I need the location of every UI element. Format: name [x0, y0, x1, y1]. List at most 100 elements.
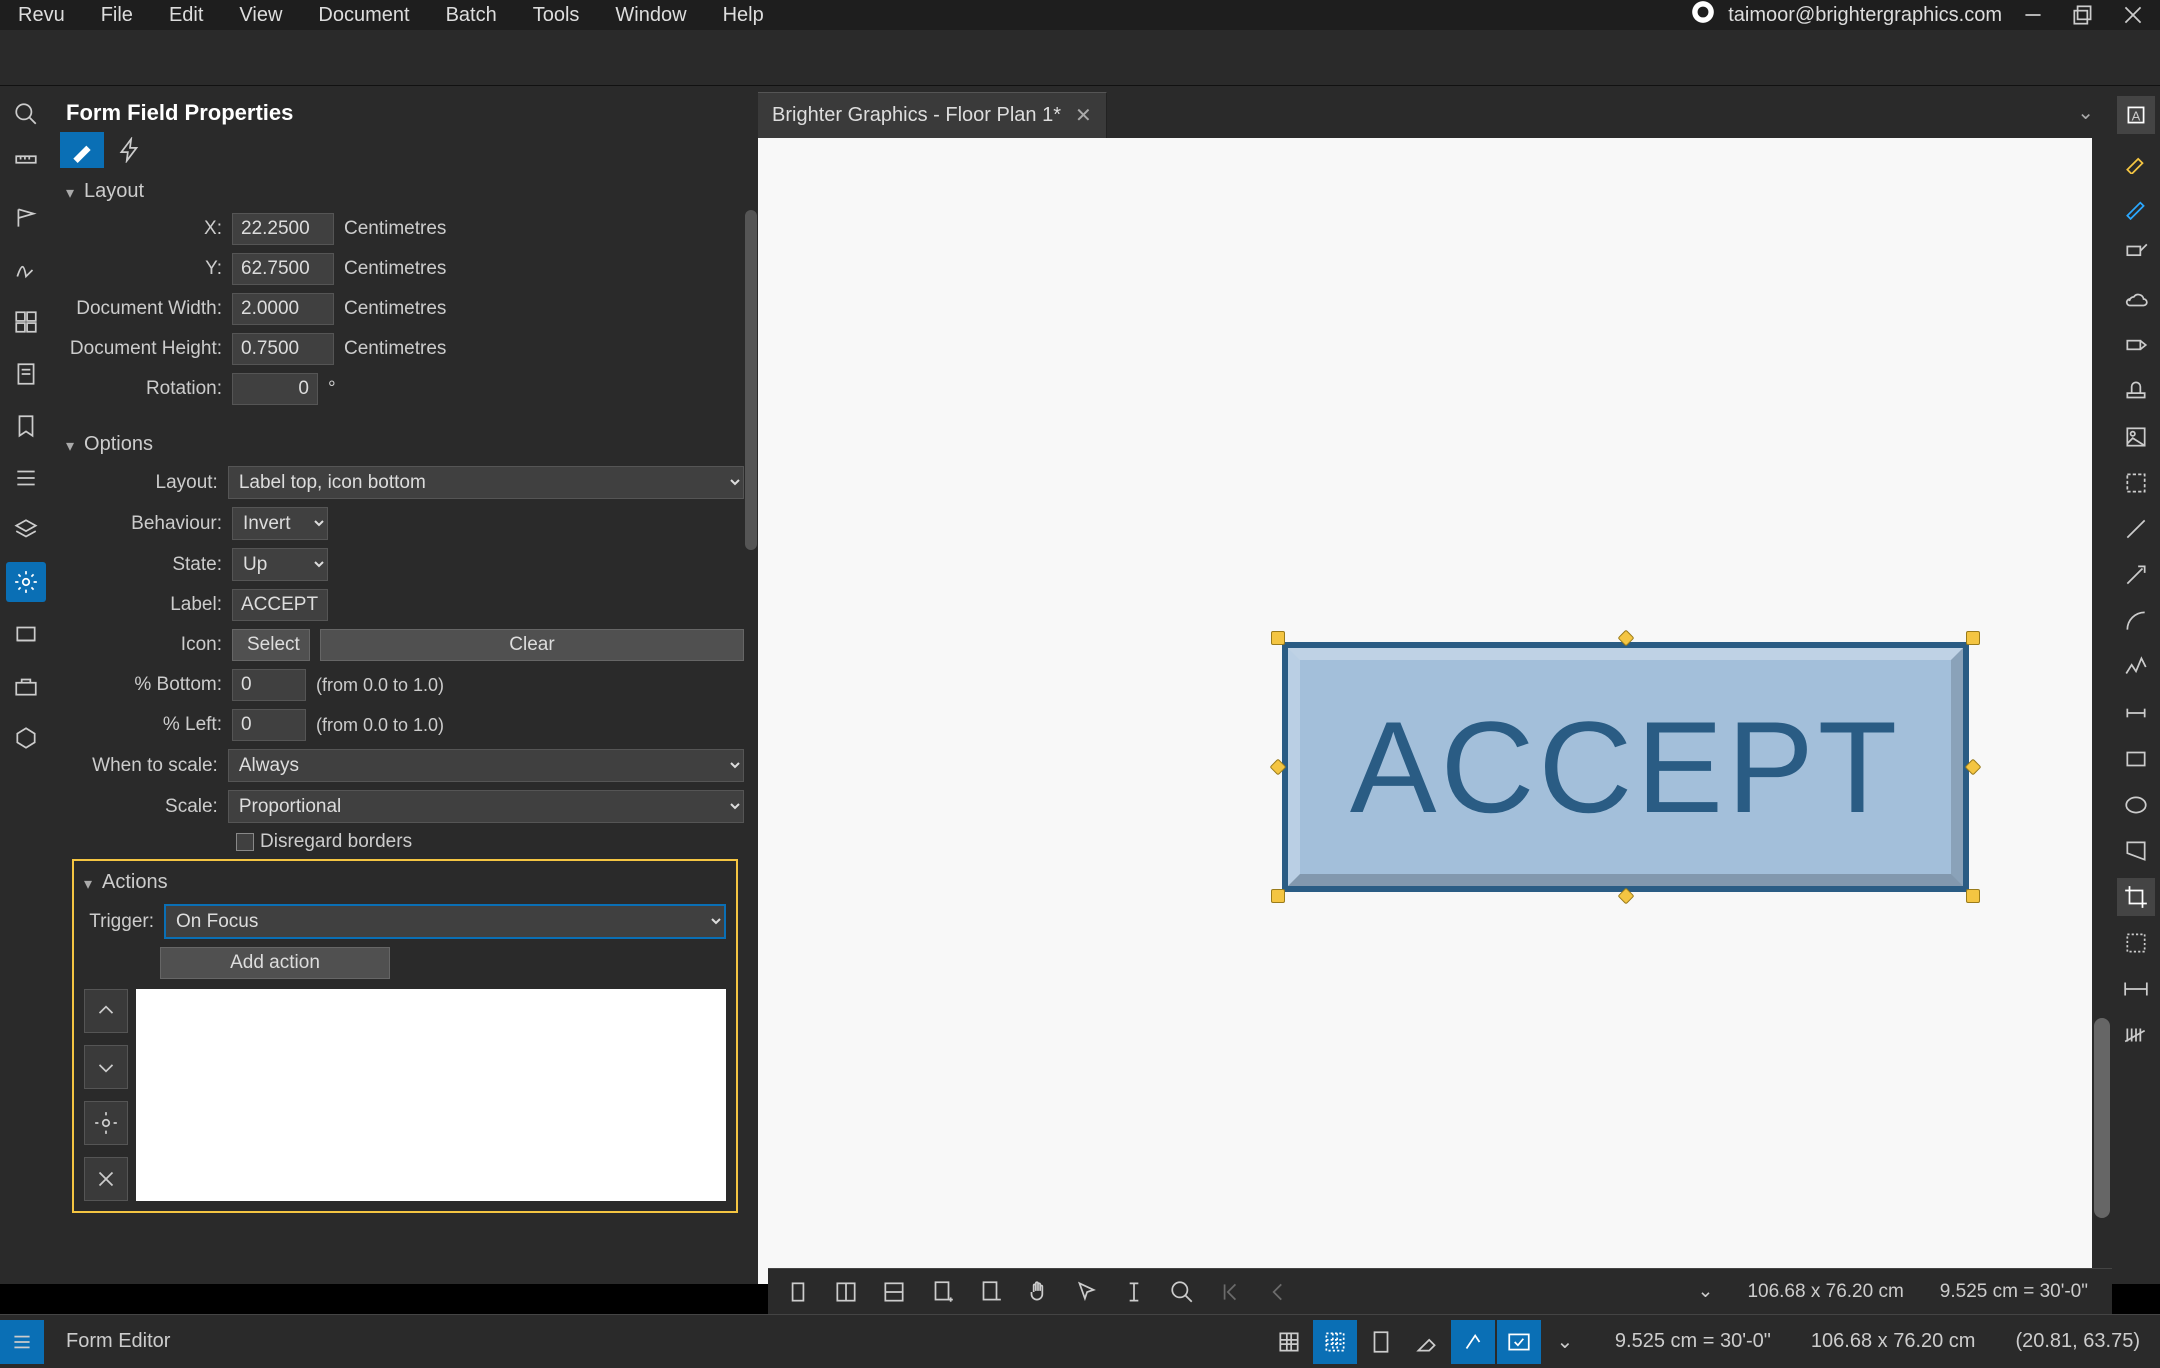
resize-handle-se[interactable]: [1966, 889, 1980, 903]
highlight-tool-icon[interactable]: [2117, 142, 2155, 180]
status-panel-toggle[interactable]: [0, 1320, 44, 1364]
flag-icon[interactable]: [6, 198, 46, 238]
dimension-tool-icon[interactable]: [2117, 694, 2155, 732]
menu-help[interactable]: Help: [705, 0, 782, 30]
input-label[interactable]: [232, 589, 328, 621]
crop-tool-icon[interactable]: [2117, 878, 2155, 916]
fit-width-icon[interactable]: [2117, 970, 2155, 1008]
action-list[interactable]: [136, 989, 726, 1201]
window-restore-button[interactable]: [2064, 0, 2102, 30]
action-move-down-button[interactable]: [84, 1045, 128, 1089]
menu-file[interactable]: File: [83, 0, 151, 30]
menu-tools[interactable]: Tools: [515, 0, 598, 30]
action-move-up-button[interactable]: [84, 989, 128, 1033]
properties-tab-actions[interactable]: [108, 132, 152, 168]
input-pct-left[interactable]: [232, 709, 306, 741]
form-icon[interactable]: [6, 354, 46, 394]
polyline-tool-icon[interactable]: [2117, 648, 2155, 686]
rectangle-tool-icon[interactable]: [2117, 740, 2155, 778]
split-vertical-icon[interactable]: [826, 1272, 866, 1312]
input-doc-width[interactable]: [232, 293, 334, 325]
stamp-tool-icon[interactable]: [2117, 372, 2155, 410]
marquee-tool-icon[interactable]: [2117, 464, 2155, 502]
input-rotation[interactable]: [232, 373, 318, 405]
section-options-header[interactable]: ▾ Options: [66, 427, 744, 466]
cloud-tool-icon[interactable]: [2117, 280, 2155, 318]
action-delete-button[interactable]: [84, 1157, 128, 1201]
select-trigger[interactable]: On Focus: [164, 904, 726, 939]
spaces-icon[interactable]: [6, 718, 46, 758]
menu-edit[interactable]: Edit: [151, 0, 221, 30]
text-tool-icon[interactable]: A: [2117, 96, 2155, 134]
properties-scrollbar[interactable]: [744, 200, 758, 770]
image-tool-icon[interactable]: [2117, 418, 2155, 456]
pen-tool-icon[interactable]: [2117, 188, 2155, 226]
thumbnails-icon[interactable]: [6, 302, 46, 342]
properties-icon[interactable]: [6, 562, 46, 602]
polygon-tool-icon[interactable]: [2117, 832, 2155, 870]
resize-handle-ne[interactable]: [1966, 631, 1980, 645]
button-icon-select[interactable]: Select: [232, 629, 310, 661]
single-page-icon[interactable]: [778, 1272, 818, 1312]
sync-view-icon[interactable]: [1497, 1320, 1541, 1364]
account-email[interactable]: taimoor@brightergraphics.com: [1728, 4, 2002, 27]
select-scale[interactable]: Proportional: [228, 790, 744, 823]
grid-toggle-icon[interactable]: [1267, 1320, 1311, 1364]
document-canvas[interactable]: ACCEPT: [758, 138, 2092, 1284]
page-icon[interactable]: [1359, 1320, 1403, 1364]
count-tool-icon[interactable]: [2117, 1016, 2155, 1054]
button-add-action[interactable]: Add action: [160, 947, 390, 979]
page-add-icon[interactable]: [922, 1272, 962, 1312]
resize-handle-nw[interactable]: [1271, 631, 1285, 645]
tab-overflow-button[interactable]: ⌄: [2059, 100, 2112, 125]
callout-tool-icon[interactable]: [2117, 234, 2155, 272]
checkbox-disregard-borders[interactable]: Disregard borders: [236, 831, 744, 853]
menu-view[interactable]: View: [221, 0, 300, 30]
window-close-button[interactable]: [2114, 0, 2152, 30]
arrow-tool-icon[interactable]: [2117, 326, 2155, 364]
prev-page-icon[interactable]: [1258, 1272, 1298, 1312]
layers-icon[interactable]: [6, 510, 46, 550]
close-tab-icon[interactable]: ✕: [1075, 103, 1092, 128]
snap-content-icon[interactable]: [1451, 1320, 1495, 1364]
bookmarks-icon[interactable]: [6, 406, 46, 446]
properties-tab-appearance[interactable]: [60, 132, 104, 168]
ruler-icon[interactable]: [6, 146, 46, 186]
erase-icon[interactable]: [1405, 1320, 1449, 1364]
section-layout-header[interactable]: ▾ Layout: [66, 174, 744, 213]
first-page-icon[interactable]: [1210, 1272, 1250, 1312]
menu-batch[interactable]: Batch: [428, 0, 515, 30]
search-icon[interactable]: [6, 94, 46, 134]
action-settings-button[interactable]: [84, 1101, 128, 1145]
page-minus-icon[interactable]: [970, 1272, 1010, 1312]
split-horizontal-icon[interactable]: [874, 1272, 914, 1312]
arrow-line-tool-icon[interactable]: [2117, 556, 2155, 594]
select-tool-icon[interactable]: [1066, 1272, 1106, 1312]
zoom-tool-icon[interactable]: [1162, 1272, 1202, 1312]
area-tool-icon[interactable]: [2117, 924, 2155, 962]
studio-icon[interactable]: [6, 614, 46, 654]
input-x[interactable]: [232, 213, 334, 245]
toolbox-icon[interactable]: [6, 666, 46, 706]
menu-document[interactable]: Document: [300, 0, 427, 30]
canvas-scrollbar[interactable]: [2092, 138, 2112, 1268]
window-minimize-button[interactable]: [2014, 0, 2052, 30]
form-button-accept[interactable]: ACCEPT: [1282, 642, 1969, 892]
line-tool-icon[interactable]: [2117, 510, 2155, 548]
input-doc-height[interactable]: [232, 333, 334, 365]
page-dropdown-icon[interactable]: ⌄: [1685, 1272, 1725, 1312]
menu-revu[interactable]: Revu: [0, 0, 83, 30]
select-state[interactable]: Up: [232, 548, 328, 581]
input-pct-bottom[interactable]: [232, 669, 306, 701]
document-tab[interactable]: Brighter Graphics - Floor Plan 1* ✕: [758, 92, 1107, 138]
arc-tool-icon[interactable]: [2117, 602, 2155, 640]
pan-tool-icon[interactable]: [1018, 1272, 1058, 1312]
status-more-icon[interactable]: ⌄: [1543, 1320, 1587, 1364]
list-icon[interactable]: [6, 458, 46, 498]
ellipse-tool-icon[interactable]: [2117, 786, 2155, 824]
menu-window[interactable]: Window: [597, 0, 704, 30]
button-icon-clear[interactable]: Clear: [320, 629, 744, 661]
selected-form-field[interactable]: ACCEPT: [1278, 638, 1973, 896]
text-select-icon[interactable]: [1114, 1272, 1154, 1312]
section-actions-header[interactable]: ▾ Actions: [84, 871, 726, 904]
